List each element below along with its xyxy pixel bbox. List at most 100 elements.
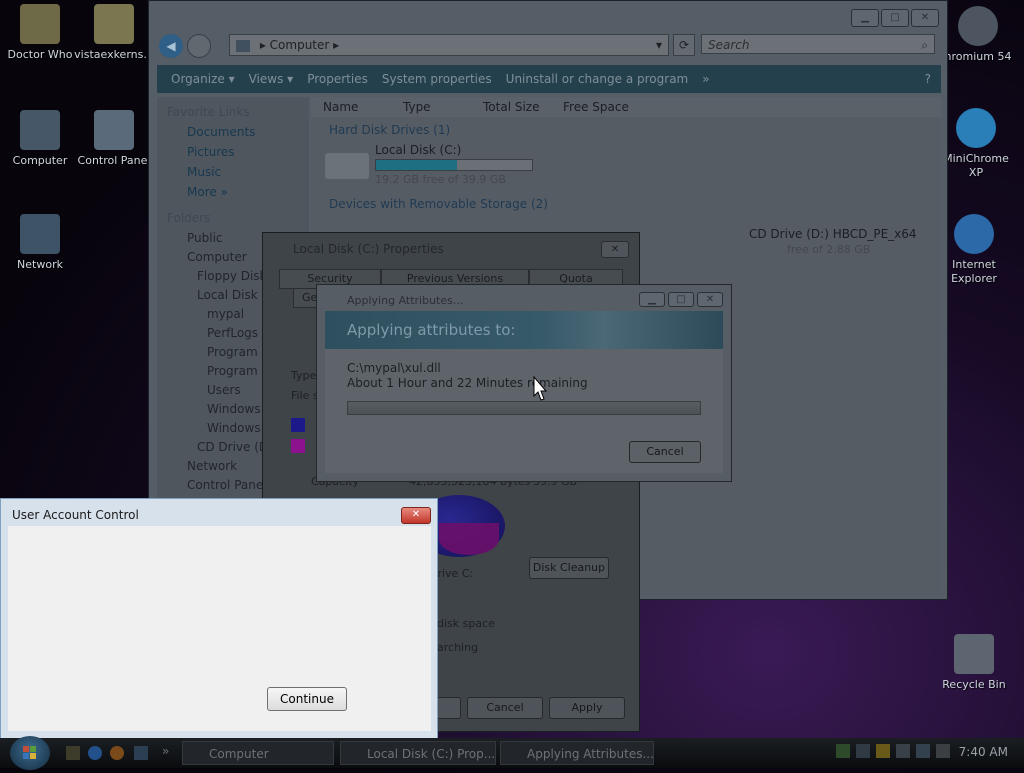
desktop-icon-label: Internet Explorer	[951, 258, 997, 285]
minimize-button[interactable]: ▁	[639, 292, 665, 307]
dropdown-arrow-icon[interactable]: ▾	[656, 35, 662, 55]
desktop-icon-minichrome[interactable]: MiniChrome XP	[936, 108, 1016, 180]
desktop-icon-label: MiniChrome XP	[943, 152, 1009, 179]
taskbar-item-computer[interactable]: Computer	[182, 741, 334, 765]
cancel-button[interactable]: Cancel	[467, 697, 543, 719]
uninstall-program-button[interactable]: Uninstall or change a program	[506, 72, 689, 86]
quick-launch-show-desktop-icon[interactable]	[66, 746, 80, 760]
search-icon: ⌕	[921, 38, 928, 52]
back-button[interactable]: ◀	[159, 34, 183, 58]
control-panel-icon	[94, 110, 134, 150]
apply-button[interactable]: Apply	[549, 697, 625, 719]
disk-cleanup-button[interactable]: Disk Cleanup	[529, 557, 609, 579]
breadcrumb-arrow-icon: ▸	[259, 38, 270, 52]
compress-option[interactable]: disk space	[437, 617, 495, 630]
nav-link-music[interactable]: Music	[187, 165, 309, 179]
breadcrumb-computer[interactable]: Computer	[270, 38, 330, 52]
desktop-icon-doctor-who[interactable]: Doctor Who	[0, 4, 80, 62]
banner-text: Applying attributes to:	[347, 321, 516, 339]
dialog-title: Applying Attributes...	[347, 294, 464, 307]
tray-audio-icon[interactable]	[896, 744, 910, 758]
desktop-icon-computer[interactable]: Computer	[0, 110, 80, 168]
drive-d-name: CD Drive (D:) HBCD_PE_x64	[749, 227, 917, 241]
properties-button[interactable]: Properties	[307, 72, 368, 86]
folders-header[interactable]: Folders	[167, 211, 309, 225]
desktop-icon-chromium[interactable]: hromium 54	[938, 6, 1018, 64]
folder-icon	[20, 4, 60, 44]
quick-launch-switch-windows-icon[interactable]	[134, 746, 148, 760]
quick-launch-overflow[interactable]: »	[162, 744, 169, 758]
close-button[interactable]: ✕	[401, 507, 431, 524]
tray-volume-icon[interactable]	[936, 744, 950, 758]
index-option[interactable]: arching	[437, 641, 478, 654]
refresh-button[interactable]: ⟳	[673, 34, 695, 56]
system-properties-button[interactable]: System properties	[382, 72, 492, 86]
desktop-icon-label: Recycle Bin	[942, 678, 1006, 691]
disk-pie-free-slice	[439, 523, 499, 555]
desktop-icon-control-panel[interactable]: Control Panel	[74, 110, 154, 168]
tray-network-icon[interactable]	[836, 744, 850, 758]
views-button[interactable]: Views ▾	[249, 72, 294, 86]
command-bar: Organize ▾ Views ▾ Properties System pro…	[157, 65, 941, 93]
nav-link-documents[interactable]: Documents	[187, 125, 309, 139]
maximize-button[interactable]: □	[668, 292, 694, 307]
start-button[interactable]	[10, 736, 50, 770]
quick-launch-firefox-icon[interactable]	[110, 746, 124, 760]
hard-drive-icon	[325, 153, 369, 179]
close-button[interactable]: ✕	[911, 9, 939, 27]
current-file: C:\mypal\xul.dll	[347, 361, 441, 375]
drive-c-free: 19.2 GB free of 39.9 GB	[375, 173, 506, 186]
drive-c-usage-bar	[375, 159, 533, 171]
group-removable-storage[interactable]: Devices with Removable Storage (2)	[329, 197, 548, 211]
close-button[interactable]: ✕	[697, 292, 723, 307]
system-tray	[836, 744, 950, 758]
close-button[interactable]: ✕	[601, 241, 629, 258]
applying-attributes-dialog: Applying Attributes... ▁ □ ✕ Applying at…	[316, 284, 732, 482]
desktop-icon-label: hromium 54	[944, 50, 1012, 63]
taskbar-item-applying-attributes[interactable]: Applying Attributes...	[500, 741, 654, 765]
clock[interactable]: 7:40 AM	[959, 745, 1008, 759]
tray-display-icon[interactable]	[856, 744, 870, 758]
help-icon[interactable]: ?	[925, 72, 931, 86]
nav-link-more[interactable]: More »	[187, 185, 309, 199]
used-space-swatch	[291, 418, 305, 432]
breadcrumb-arrow-icon: ▸	[333, 38, 340, 52]
column-type[interactable]: Type	[403, 100, 431, 114]
minimize-button[interactable]: ▁	[851, 9, 879, 27]
dialog-title: User Account Control	[12, 508, 139, 522]
chrome-icon	[956, 108, 996, 148]
desktop-icon-vistaexkerns[interactable]: vistaexkerns...	[74, 4, 154, 62]
quick-launch-ie-icon[interactable]	[88, 746, 102, 760]
column-free-space[interactable]: Free Space	[563, 100, 629, 114]
drive-c-item[interactable]: Local Disk (C:) 19.2 GB free of 39.9 GB	[325, 143, 545, 187]
taskbar-item-local-disk-properties[interactable]: Local Disk (C:) Prop...	[340, 741, 496, 765]
more-commands-button[interactable]: »	[702, 72, 709, 86]
desktop-icon-label: Doctor Who	[7, 48, 73, 61]
progress-bar	[347, 401, 701, 415]
desktop-icon-network[interactable]: Network	[0, 214, 80, 272]
time-remaining: About 1 Hour and 22 Minutes remaining	[347, 376, 588, 390]
address-bar[interactable]: ▸ Computer ▸ ▾	[229, 34, 669, 56]
group-hard-disk-drives[interactable]: Hard Disk Drives (1)	[329, 123, 450, 137]
nav-link-pictures[interactable]: Pictures	[187, 145, 309, 159]
tray-network-status-icon[interactable]	[916, 744, 930, 758]
computer-icon	[20, 110, 60, 150]
column-name[interactable]: Name	[323, 100, 358, 114]
tray-security-shield-icon[interactable]	[876, 744, 890, 758]
search-placeholder: Search	[708, 38, 750, 52]
continue-button[interactable]: Continue	[267, 687, 347, 711]
desktop-icon-recycle-bin[interactable]: Recycle Bin	[934, 634, 1014, 692]
network-icon	[20, 214, 60, 254]
search-input[interactable]: Search ⌕	[701, 34, 935, 54]
desktop-icon-label: Control Panel	[77, 154, 151, 167]
desktop-icon-label: vistaexkerns...	[74, 48, 154, 61]
free-space-swatch	[291, 439, 305, 453]
organize-button[interactable]: Organize ▾	[171, 72, 235, 86]
cancel-button[interactable]: Cancel	[629, 441, 701, 463]
folder-icon	[94, 4, 134, 44]
drive-d-item[interactable]: CD Drive (D:) HBCD_PE_x64 free of 2.88 G…	[717, 225, 937, 259]
forward-button[interactable]	[187, 34, 211, 58]
column-total-size[interactable]: Total Size	[483, 100, 539, 114]
drive-c-name: Local Disk (C:)	[375, 143, 462, 157]
maximize-button[interactable]: □	[881, 9, 909, 27]
